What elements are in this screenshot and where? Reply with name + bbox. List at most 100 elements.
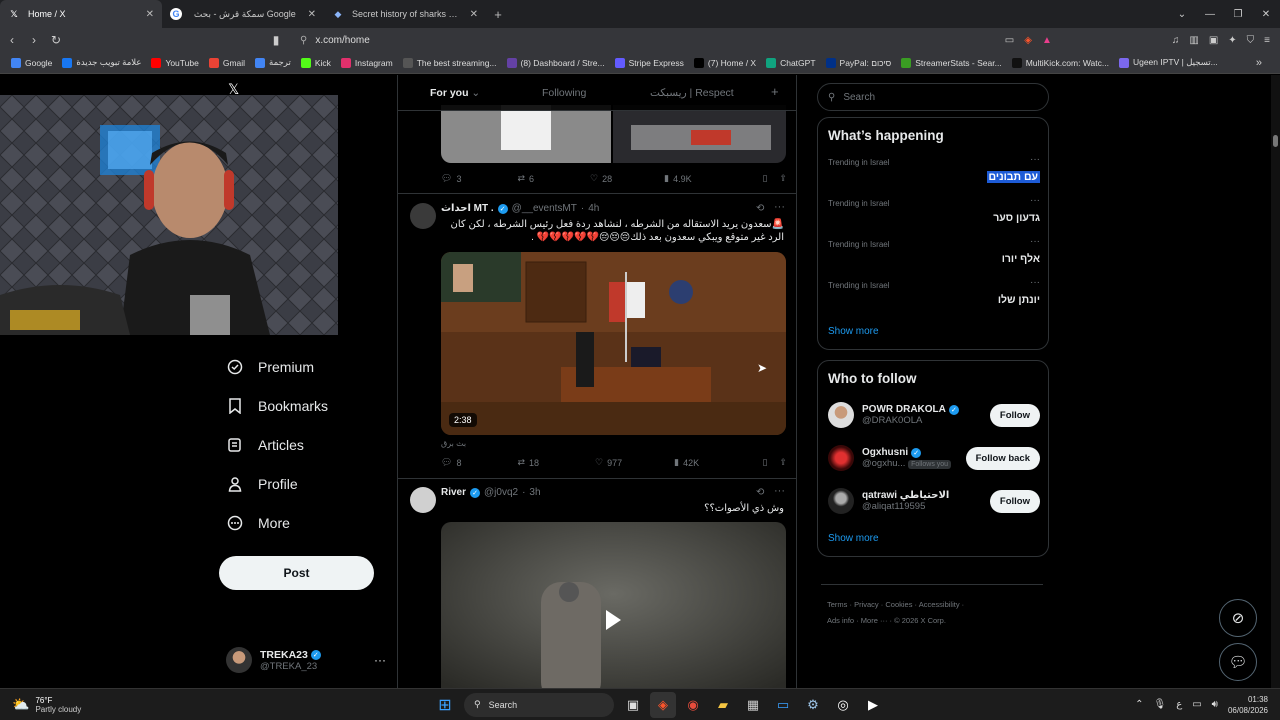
avatar[interactable]	[410, 203, 436, 229]
more-options-icon[interactable]: ···	[774, 485, 785, 497]
brave-shield-icon[interactable]: ◈	[1024, 35, 1032, 46]
more-options-icon[interactable]: ···	[1030, 195, 1040, 206]
accessibility-link[interactable]: Accessibility	[919, 600, 960, 609]
bookmark-item[interactable]: علامة تبويب جديدة	[57, 57, 146, 68]
grok-button[interactable]: ⊘	[1219, 599, 1257, 637]
volume-icon[interactable]: 🔊︎	[1212, 699, 1218, 710]
like-button[interactable]: ♡ 977	[595, 457, 622, 468]
tweet-media[interactable]	[441, 105, 786, 163]
more-options-icon[interactable]: ···	[374, 653, 386, 667]
tweet-video[interactable]: 2:38	[441, 252, 786, 435]
bookmarks-overflow-icon[interactable]: »	[1256, 57, 1262, 69]
scrollbar-thumb[interactable]	[1273, 135, 1278, 147]
follow-suggestion[interactable]: POWR DRAKOLA ✓ @DRAK0OLA Follow	[828, 397, 1040, 433]
windows-start-icon[interactable]: ⊞	[432, 692, 458, 718]
bookmark-item[interactable]: YouTube	[146, 57, 203, 68]
add-tab-icon[interactable]: +	[771, 84, 779, 99]
tab-news[interactable]: ◆ Secret history of sharks – News ✕	[324, 0, 486, 28]
show-more-link[interactable]: Show more	[828, 533, 879, 544]
terms-link[interactable]: Terms	[827, 600, 847, 609]
follow-button[interactable]: Follow	[989, 489, 1040, 513]
task-view-icon[interactable]: ▣	[620, 692, 646, 718]
vpn-icon[interactable]: ⛉	[1247, 35, 1255, 46]
close-window-icon[interactable]: ✕	[1252, 9, 1280, 20]
show-more-link[interactable]: Show more	[828, 326, 879, 337]
follow-suggestion[interactable]: Ogxhusni ✓ @ogxhu... Follows you Follow b…	[828, 440, 1040, 476]
file-explorer-icon[interactable]: ▰	[710, 692, 736, 718]
trend-item[interactable]: Trending in Israel ··· אלף יורו	[828, 236, 1040, 280]
leo-icon[interactable]: ✦	[1228, 35, 1236, 46]
tab-google-search[interactable]: G سمكة قرش - بحث Google ✕	[162, 0, 324, 28]
bookmark-item[interactable]: Stripe Express	[610, 57, 689, 68]
weather-widget[interactable]: ⛅ 76°F Partly cloudy	[12, 696, 192, 714]
brave-rewards-icon[interactable]: ▲	[1042, 35, 1052, 46]
repost-button[interactable]: ⇄ 18	[517, 457, 539, 468]
more-options-icon[interactable]: ···	[774, 201, 785, 213]
close-icon[interactable]: ✕	[470, 9, 478, 20]
new-tab-button[interactable]: +	[486, 0, 510, 28]
bookmark-item[interactable]: Ugeen IPTV | تسجيل...	[1114, 57, 1223, 68]
grok-icon[interactable]: ⟲	[756, 203, 764, 214]
scrollbar[interactable]	[1271, 75, 1280, 688]
tweet-video[interactable]	[441, 522, 786, 688]
nav-articles[interactable]: Articles	[226, 436, 304, 454]
avatar[interactable]	[410, 487, 436, 513]
author-handle[interactable]: @j0vq2	[484, 487, 518, 498]
bookmark-item[interactable]: Instagram	[336, 57, 398, 68]
tab-following[interactable]: Following	[542, 87, 586, 99]
wallet-icon[interactable]: ▣	[1209, 35, 1218, 46]
reload-icon[interactable]: ↻	[46, 33, 66, 47]
microphone-icon[interactable]: 🎙︎	[1154, 699, 1167, 710]
bookmark-item[interactable]: (7) Home / X	[689, 57, 761, 68]
media-icon[interactable]: ♫	[1172, 35, 1180, 46]
bookmark-item[interactable]: PayPal: סיכום	[821, 57, 897, 68]
nav-profile[interactable]: Profile	[226, 475, 298, 493]
share-icon[interactable]: ⇪	[779, 457, 787, 468]
site-info-icon[interactable]: ⚲	[300, 35, 307, 46]
ads-info-link[interactable]: Ads info	[827, 616, 854, 625]
author-name[interactable]: احداث MT .	[441, 203, 494, 214]
follow-suggestion[interactable]: qatrawi الاحتياطي @aliqat119595 Follow	[828, 483, 1040, 519]
bookmark-item[interactable]: (8) Dashboard / Stre...	[502, 57, 610, 68]
post-button[interactable]: Post	[219, 556, 374, 590]
follow-button[interactable]: Follow	[989, 403, 1040, 427]
tweet-time[interactable]: 3h	[529, 487, 540, 498]
app-icon[interactable]: ▭	[770, 692, 796, 718]
language-indicator[interactable]: ع	[1176, 699, 1182, 710]
bookmark-item[interactable]: MultiKick.com: Watc...	[1007, 57, 1114, 68]
tab-respect-list[interactable]: ريسبكت | Respect	[650, 87, 734, 99]
nav-more[interactable]: More	[226, 514, 290, 532]
repost-button[interactable]: ⇄ 6	[517, 173, 534, 184]
media-player-icon[interactable]: ▶	[860, 692, 886, 718]
minimize-icon[interactable]: —	[1196, 9, 1224, 20]
bookmark-icon[interactable]: ▯	[763, 173, 768, 184]
cast-icon[interactable]: ▭	[1005, 35, 1014, 46]
cookies-link[interactable]: Cookies	[885, 600, 912, 609]
bookmark-item[interactable]: Google	[6, 57, 57, 68]
more-options-icon[interactable]: ···	[1030, 277, 1040, 288]
privacy-link[interactable]: Privacy	[854, 600, 879, 609]
reply-button[interactable]: 💬︎ 3	[441, 173, 461, 184]
bookmark-item[interactable]: ترجمة	[250, 57, 296, 68]
account-switcher[interactable]: TREKA23 ✓ @TREKA_23 ···	[226, 643, 386, 677]
trend-item[interactable]: Trending in Israel ··· יונתן שלו	[828, 277, 1040, 321]
close-icon[interactable]: ✕	[146, 9, 154, 20]
trend-item[interactable]: Trending in Israel ··· עם תבונים	[828, 154, 1040, 198]
views-button[interactable]: ▮ 4.9K	[664, 173, 691, 184]
x-logo-icon[interactable]: 𝕏	[228, 81, 239, 98]
author-name[interactable]: River	[441, 487, 466, 498]
views-button[interactable]: ▮ 42K	[674, 457, 699, 468]
grok-icon[interactable]: ⟲	[756, 487, 764, 498]
like-button[interactable]: ♡ 28	[590, 173, 612, 184]
close-icon[interactable]: ✕	[308, 9, 316, 20]
sidebar-toggle-icon[interactable]: ▥	[1189, 35, 1198, 46]
steam-icon[interactable]: ⚙	[800, 692, 826, 718]
more-options-icon[interactable]: ···	[1030, 236, 1040, 247]
chevron-up-icon[interactable]: ⌃	[1135, 699, 1143, 710]
network-icon[interactable]: ▭	[1192, 699, 1201, 710]
bookmark-item[interactable]: The best streaming...	[398, 57, 502, 68]
discord-icon[interactable]: ◎	[830, 692, 856, 718]
messages-button[interactable]: 💬︎	[1219, 643, 1257, 681]
taskbar-search[interactable]: ⚲ Search	[464, 692, 614, 717]
share-icon[interactable]: ⇪	[779, 173, 787, 184]
